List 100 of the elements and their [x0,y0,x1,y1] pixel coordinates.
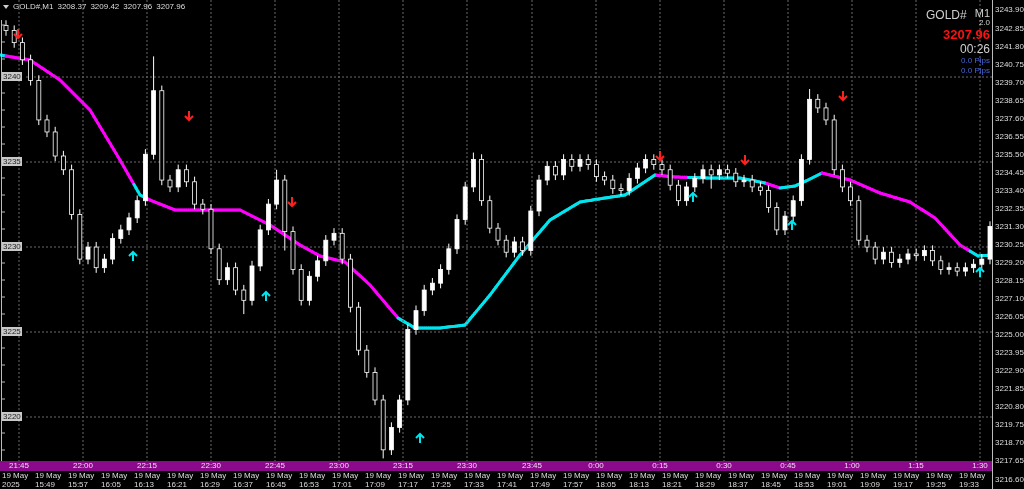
candlestick [200,198,206,215]
time-label: 22:30 [201,461,221,471]
candlestick [725,164,730,179]
candlestick [249,260,255,306]
candlestick [741,174,747,188]
date-label: 19 May 18:05 [596,471,624,489]
level-label: 3235 [2,157,22,166]
date-label: 19 May 17:25 [431,471,459,489]
price-label: 3238.65 [995,95,1024,105]
candlestick [216,243,222,286]
price-label: 3239.70 [995,77,1024,87]
price-label: 3217.65 [995,456,1024,466]
candlestick [831,114,837,176]
time-label: 22:45 [265,461,285,471]
date-label: 19 May 19:01 [827,471,855,489]
time-label: 22:15 [137,461,157,471]
candlestick [110,232,115,265]
candlestick [897,253,903,269]
candlestick [913,248,919,262]
dropdown-icon [3,4,9,9]
candlestick [307,270,312,306]
candlestick [659,158,665,176]
candlestick [717,164,722,181]
time-label: 1:00 [844,461,860,471]
candlestick [495,222,501,246]
candlestick [971,258,976,274]
candlestick [298,263,304,306]
candlestick [421,284,427,317]
candlestick [20,36,25,66]
candlestick [585,153,591,171]
ohlc-value: 3208.37 [57,2,87,11]
date-label: 19 May 18:53 [794,471,822,489]
down-arrow-icon [655,150,665,162]
candlestick [397,394,402,434]
price-label: 3219.75 [995,420,1024,430]
price-label: 3233.40 [995,185,1024,195]
candlestick [979,253,985,270]
candlestick [380,394,386,459]
candlestick [766,184,771,214]
candlestick [69,164,74,221]
candlestick [175,164,181,193]
candlestick [241,284,247,315]
candlestick [815,93,821,114]
price-label: 3230.25 [995,240,1024,249]
candlestick [905,248,911,265]
candlestick [684,181,689,207]
candlestick [954,262,960,277]
candlestick [610,174,616,195]
timeframe: M1 [974,8,990,19]
candlestick [36,74,42,126]
candlestick [864,234,870,253]
candlestick [946,262,952,276]
time-label: 0:30 [716,461,732,471]
candlestick [872,241,878,265]
candlestick [692,172,698,193]
price-label: 3229.20 [995,258,1024,268]
price-label: 3243.90 [995,5,1024,15]
price-label: 3220.80 [995,402,1024,412]
candlestick [856,195,862,246]
candlestick [790,195,796,222]
time-label: 21:45 [9,461,29,471]
candlestick [618,183,624,197]
time-label: 22:00 [73,461,93,471]
candlestick [528,205,534,257]
candlestick [651,153,657,171]
up-arrow-icon [261,290,271,302]
down-arrow-icon [740,154,750,166]
price-label: 3240.75 [995,59,1024,69]
ohlc-value: 3207.96 [123,2,153,11]
time-label: 23:15 [393,461,413,471]
down-arrow-icon [13,28,23,40]
candlestick [823,102,829,126]
time-label: 1:15 [908,461,924,471]
candlestick [774,201,780,236]
date-label: 19 May 2025 [2,471,30,489]
date-label: 19 May 18:37 [728,471,756,489]
candlestick [987,220,992,265]
time-label: 1:30 [972,461,988,471]
candlestick [85,241,91,265]
price-label: 3242.85 [995,23,1024,33]
time-label: 0:45 [780,461,796,471]
candlestick [290,225,296,276]
candlestick [733,167,739,188]
candlestick [61,150,66,176]
candlestick [44,114,50,138]
level-label: 3225 [2,327,22,336]
candlestick [626,172,632,197]
candlestick [782,210,788,236]
date-label: 19 May 19:33 [959,471,987,489]
candlestick [643,153,648,174]
candlestick [676,179,681,207]
date-label: 19 May 17:49 [530,471,558,489]
candlestick [348,253,353,313]
candlestick [77,208,83,265]
time-label: 23:00 [329,461,349,471]
candlestick [118,224,124,245]
pips-value: 0.0 Pips [961,66,990,76]
price-label: 3236.55 [995,131,1024,141]
price-label: 3232.35 [995,203,1024,213]
candlestick [708,164,714,190]
